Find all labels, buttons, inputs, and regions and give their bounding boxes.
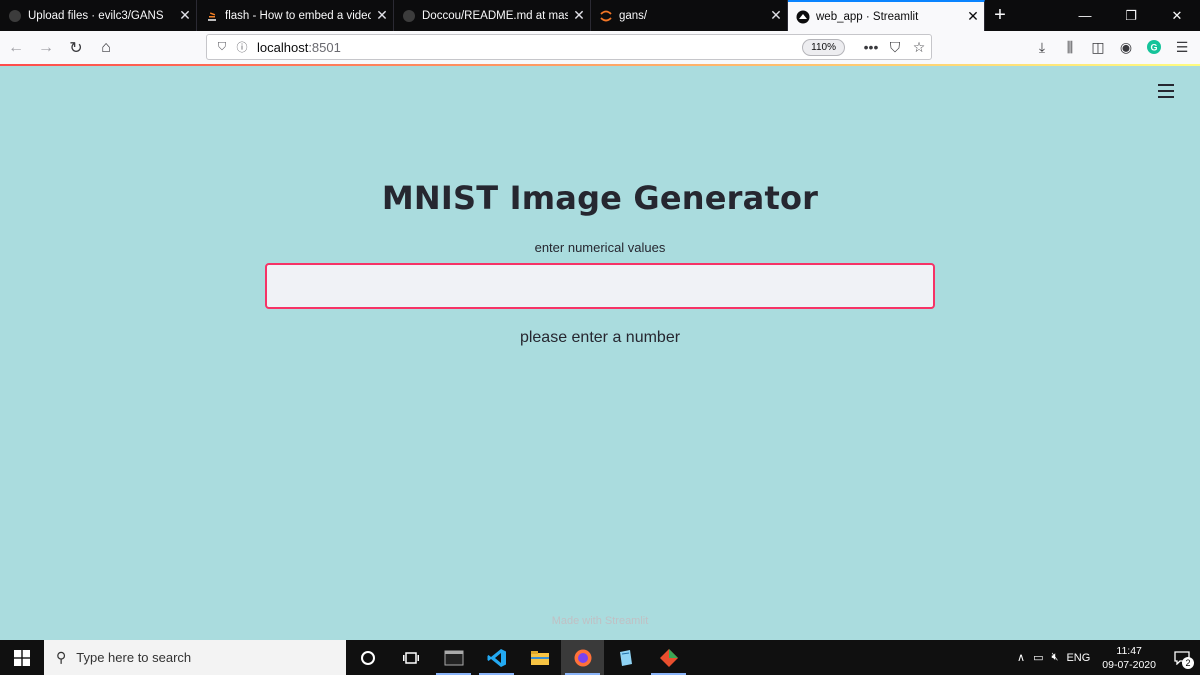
clock-time: 11:47: [1116, 644, 1142, 657]
close-tab-icon[interactable]: ✕: [568, 7, 590, 24]
grammarly-icon[interactable]: G: [1140, 35, 1168, 59]
tab-title: Upload files · evilc3/GANS: [28, 9, 164, 22]
sidebar-icon[interactable]: ◫: [1084, 35, 1112, 59]
system-tray: ∧ ▭ 🔇︎ ENG 11:47 09-07-2020 2: [1013, 640, 1200, 675]
forward-arrow-icon[interactable]: →: [32, 34, 60, 62]
menu-icon[interactable]: ☰: [1168, 35, 1196, 59]
tab-title: web_app · Streamlit: [816, 10, 919, 23]
made-with-streamlit-footer[interactable]: Made with Streamlit: [0, 615, 1200, 627]
pocket-icon[interactable]: ⛉: [883, 39, 907, 56]
new-tab-button[interactable]: +: [985, 0, 1015, 31]
jupyter-icon: [599, 9, 613, 23]
firefox-icon[interactable]: [561, 640, 604, 675]
hamburger-menu-icon[interactable]: [1158, 84, 1174, 98]
browser-tab-2[interactable]: flash - How to embed a video i ✕: [197, 0, 394, 31]
browser-tab-3[interactable]: Doccou/README.md at maste ✕: [394, 0, 591, 31]
notification-count-badge: 2: [1182, 657, 1194, 669]
windows-taskbar: ⚲ Type here to search ∧ ▭ 🔇︎ ENG 11:47 0…: [0, 640, 1200, 675]
url-text[interactable]: localhost:8501: [253, 40, 802, 55]
tab-title: gans/: [619, 9, 648, 22]
page-actions-icon[interactable]: •••: [859, 39, 883, 55]
streamlit-icon: [796, 10, 810, 24]
address-bar[interactable]: ⛉ ⓘ localhost:8501 110% ••• ⛉ ☆: [206, 34, 932, 60]
back-arrow-icon[interactable]: ←: [2, 34, 30, 62]
svg-text:G: G: [1150, 43, 1157, 53]
browser-tab-5[interactable]: web_app · Streamlit ✕: [788, 0, 985, 31]
reload-icon[interactable]: ↻: [62, 34, 90, 62]
browser-toolbar: ⤓ ⫼ ◫ ◉ G ☰: [1028, 35, 1196, 59]
shield-icon[interactable]: ⛉: [213, 38, 231, 56]
taskbar-search[interactable]: ⚲ Type here to search: [44, 640, 346, 675]
windows-start-icon[interactable]: [0, 640, 44, 675]
cortana-icon[interactable]: [346, 640, 389, 675]
browser-tab-4[interactable]: gans/ ✕: [591, 0, 788, 31]
browser-tab-strip: Upload files · evilc3/GANS ✕ flash - How…: [0, 0, 1200, 31]
file-explorer-icon[interactable]: [518, 640, 561, 675]
zoom-level-badge[interactable]: 110%: [802, 38, 845, 56]
stackoverflow-icon: [205, 9, 219, 23]
terminal-icon[interactable]: [432, 640, 475, 675]
close-window-icon[interactable]: ✕: [1154, 0, 1200, 31]
search-icon: ⚲: [56, 649, 67, 665]
clock-date: 09-07-2020: [1102, 658, 1156, 671]
input-label: enter numerical values: [534, 240, 666, 255]
home-icon[interactable]: ⌂: [92, 34, 120, 62]
status-message: please enter a number: [519, 329, 681, 346]
github-icon: [402, 9, 416, 23]
clock[interactable]: 11:47 09-07-2020: [1094, 644, 1164, 672]
vscode-icon[interactable]: [475, 640, 518, 675]
git-icon[interactable]: [647, 640, 690, 675]
language-indicator[interactable]: ENG: [1062, 652, 1094, 664]
account-icon[interactable]: ◉: [1112, 35, 1140, 59]
chevron-up-icon[interactable]: ∧: [1013, 651, 1029, 664]
minimize-icon[interactable]: —: [1062, 0, 1108, 31]
numerical-values-input[interactable]: [265, 263, 935, 309]
streamlit-app: MNIST Image Generator enter numerical va…: [0, 66, 1200, 640]
volume-muted-icon[interactable]: 🔇︎: [1048, 651, 1063, 664]
tab-title: flash - How to embed a video i: [225, 9, 371, 22]
browser-navbar: ← → ↻ ⌂ ⛉ ⓘ localhost:8501 110% ••• ⛉ ☆ …: [0, 31, 1200, 64]
notifications-icon[interactable]: 2: [1164, 640, 1200, 675]
search-placeholder: Type here to search: [76, 650, 192, 665]
browser-tab-1[interactable]: Upload files · evilc3/GANS ✕: [0, 0, 197, 31]
battery-icon[interactable]: ▭: [1029, 651, 1047, 664]
github-icon: [8, 9, 22, 23]
window-controls: — ❐ ✕: [1062, 0, 1200, 31]
info-icon[interactable]: ⓘ: [233, 38, 251, 56]
close-tab-icon[interactable]: ✕: [371, 7, 393, 24]
task-view-icon[interactable]: [389, 640, 432, 675]
download-icon[interactable]: ⤓: [1028, 35, 1056, 59]
close-tab-icon[interactable]: ✕: [174, 7, 196, 24]
notepad-icon[interactable]: [604, 640, 647, 675]
close-tab-icon[interactable]: ✕: [765, 7, 787, 24]
restore-icon[interactable]: ❐: [1108, 0, 1154, 31]
tab-title: Doccou/README.md at maste: [422, 9, 568, 22]
library-icon[interactable]: ⫼: [1056, 35, 1084, 59]
page-title: MNIST Image Generator: [381, 179, 819, 217]
close-tab-icon[interactable]: ✕: [962, 8, 984, 25]
bookmark-star-icon[interactable]: ☆: [907, 39, 931, 56]
